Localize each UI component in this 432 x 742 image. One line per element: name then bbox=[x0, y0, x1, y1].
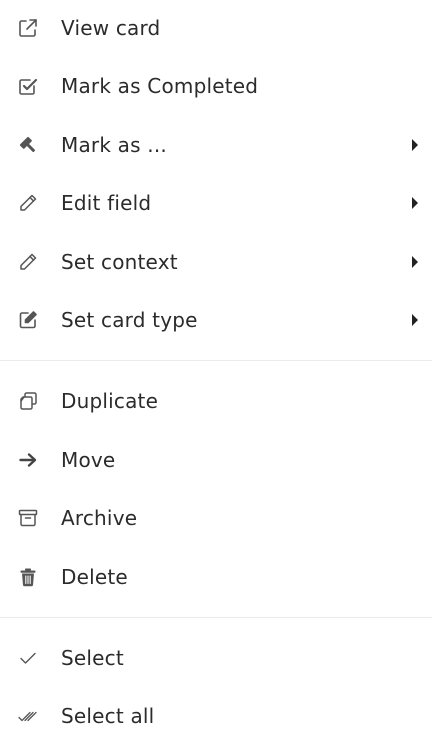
menu-item-set-card-type[interactable]: Set card type bbox=[0, 298, 432, 342]
menu-item-label: View card bbox=[61, 16, 161, 40]
duplicate-icon bbox=[17, 390, 39, 412]
menu-item-edit-field[interactable]: Edit field bbox=[0, 181, 432, 225]
menu-item-delete[interactable]: Delete bbox=[0, 555, 432, 599]
menu-item-select-all[interactable]: Select all bbox=[0, 694, 432, 738]
menu-item-mark-completed[interactable]: Mark as Completed bbox=[0, 64, 432, 108]
menu-item-view-card[interactable]: View card bbox=[0, 6, 432, 50]
menu-item-label: Set context bbox=[61, 250, 178, 274]
menu-item-label: Archive bbox=[61, 506, 138, 530]
pencil-icon bbox=[17, 192, 39, 214]
menu-item-label: Edit field bbox=[61, 191, 152, 215]
menu-divider bbox=[0, 360, 432, 361]
menu-item-move[interactable]: Move bbox=[0, 438, 432, 482]
submenu-arrow-icon bbox=[412, 314, 418, 326]
edit-square-icon bbox=[17, 309, 39, 331]
menu-item-label: Delete bbox=[61, 565, 128, 589]
menu-item-label: Select bbox=[61, 646, 124, 670]
pencil-icon bbox=[17, 251, 39, 273]
archive-box-icon bbox=[17, 507, 39, 529]
gavel-icon bbox=[17, 134, 39, 156]
menu-item-label: Set card type bbox=[61, 308, 198, 332]
checkbox-checked-icon bbox=[17, 75, 39, 97]
menu-item-label: Move bbox=[61, 448, 116, 472]
menu-item-label: Duplicate bbox=[61, 389, 159, 413]
menu-item-label: Mark as ... bbox=[61, 133, 167, 157]
arrow-right-icon bbox=[17, 449, 39, 471]
external-link-icon bbox=[17, 17, 39, 39]
menu-item-label: Select all bbox=[61, 704, 155, 728]
submenu-arrow-icon bbox=[412, 197, 418, 209]
double-check-icon bbox=[17, 705, 39, 727]
menu-item-select[interactable]: Select bbox=[0, 636, 432, 680]
submenu-arrow-icon bbox=[412, 256, 418, 268]
menu-item-mark-as[interactable]: Mark as ... bbox=[0, 123, 432, 167]
menu-item-duplicate[interactable]: Duplicate bbox=[0, 379, 432, 423]
menu-divider bbox=[0, 617, 432, 618]
menu-item-set-context[interactable]: Set context bbox=[0, 240, 432, 284]
check-icon bbox=[17, 647, 39, 669]
context-menu: View card Mark as Completed Mark as ... bbox=[0, 0, 432, 742]
trash-icon bbox=[17, 566, 39, 588]
menu-item-archive[interactable]: Archive bbox=[0, 496, 432, 540]
submenu-arrow-icon bbox=[412, 139, 418, 151]
menu-item-label: Mark as Completed bbox=[61, 74, 259, 98]
